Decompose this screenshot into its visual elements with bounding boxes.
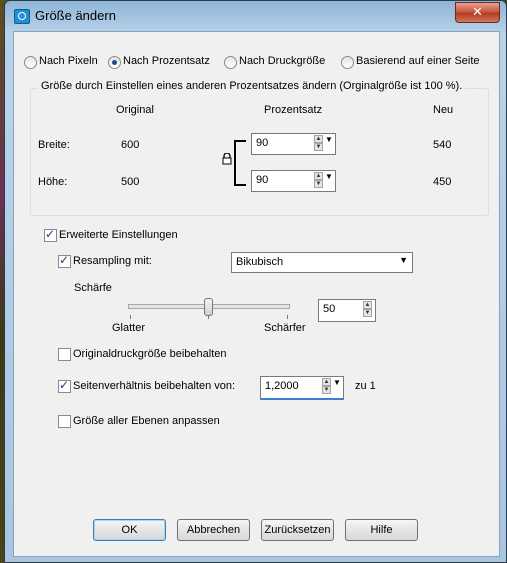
keep-print-size-checkbox[interactable] <box>58 348 71 361</box>
keep-print-size-label: Originaldruckgröße beibehalten <box>73 348 227 360</box>
radio-by-print-size-label: Nach Druckgröße <box>239 55 326 67</box>
width-new: 540 <box>433 139 452 151</box>
sharpness-label: Schärfe <box>74 282 112 294</box>
group-caption: Größe durch Einstellen eines anderen Pro… <box>38 80 466 92</box>
width-percent-dropdown-icon[interactable]: ▼ <box>325 135 333 151</box>
sharpness-min-label: Glatter <box>112 322 146 334</box>
sharpness-max-label: Schärfer <box>264 322 306 334</box>
radio-by-percent[interactable] <box>108 56 121 69</box>
radio-by-pixels[interactable] <box>24 56 37 69</box>
aspect-ratio-spinbox[interactable]: 1,2000 ▲ ▼ ▼ <box>260 376 344 400</box>
sharpness-value: 50 <box>323 303 336 315</box>
sharpness-spinbox[interactable]: 50 ▲ ▼ <box>318 299 376 322</box>
slider-tick-mid <box>208 315 209 319</box>
width-percent-value: 90 <box>256 137 269 149</box>
dialog-window: Größe ändern ✕ Nach Pixeln Nach Prozents… <box>4 0 507 563</box>
window-title: Größe ändern <box>35 8 116 23</box>
aspect-ratio-stepper[interactable]: ▲ ▼ <box>322 378 331 394</box>
height-original: 500 <box>121 176 140 188</box>
resampling-value: Bikubisch <box>236 256 284 268</box>
cancel-button[interactable]: Abbrechen <box>177 519 250 541</box>
resampling-select[interactable]: Bikubisch ▼ <box>231 252 413 273</box>
column-original: Original <box>116 104 154 116</box>
dialog-body: Nach Pixeln Nach Prozentsatz Nach Druckg… <box>13 31 500 557</box>
slider-tick-min <box>130 315 131 319</box>
sharpness-stepper[interactable]: ▲ ▼ <box>363 301 372 317</box>
camera-icon <box>14 9 30 24</box>
advanced-settings-checkbox[interactable] <box>44 227 57 242</box>
title-bar[interactable]: Größe ändern ✕ <box>5 1 506 31</box>
column-percent: Prozentsatz <box>264 104 323 116</box>
aspect-ratio-suffix: zu 1 <box>355 380 376 392</box>
resampling-checkbox[interactable] <box>58 253 71 268</box>
width-percent-spinbox[interactable]: 90 ▲ ▼ ▼ <box>251 133 336 155</box>
close-button[interactable]: ✕ <box>455 2 500 23</box>
height-percent-stepper[interactable]: ▲ ▼ <box>314 172 323 188</box>
radio-by-pixels-label: Nach Pixeln <box>39 55 98 67</box>
radio-by-page-label: Basierend auf einer Seite <box>356 55 480 67</box>
keep-aspect-checkbox[interactable] <box>58 378 71 393</box>
width-label: Breite: <box>38 139 70 151</box>
height-percent-value: 90 <box>256 174 269 186</box>
keep-aspect-label: Seitenverhältnis beibehalten von: <box>73 380 236 392</box>
reset-button[interactable]: Zurücksetzen <box>261 519 334 541</box>
slider-tick-max <box>287 315 288 319</box>
lock-icon[interactable] <box>222 152 232 165</box>
resampling-label: Resampling mit: <box>73 255 152 267</box>
resize-all-layers-checkbox[interactable] <box>58 415 71 428</box>
sharpness-slider-thumb[interactable] <box>204 298 213 316</box>
radio-by-page[interactable] <box>341 56 354 69</box>
radio-by-print-size[interactable] <box>224 56 237 69</box>
help-button[interactable]: Hilfe <box>345 519 418 541</box>
aspect-ratio-dropdown-icon[interactable]: ▼ <box>333 378 341 394</box>
aspect-ratio-value: 1,2000 <box>265 380 299 392</box>
height-percent-spinbox[interactable]: 90 ▲ ▼ ▼ <box>251 170 336 192</box>
ok-button[interactable]: OK <box>93 519 166 541</box>
radio-by-percent-label: Nach Prozentsatz <box>123 55 210 67</box>
resize-all-layers-label: Größe aller Ebenen anpassen <box>73 415 220 427</box>
width-original: 600 <box>121 139 140 151</box>
width-percent-stepper[interactable]: ▲ ▼ <box>314 135 323 151</box>
height-new: 450 <box>433 176 452 188</box>
column-new: Neu <box>433 104 454 116</box>
height-percent-dropdown-icon[interactable]: ▼ <box>325 172 333 188</box>
link-bracket <box>234 140 246 186</box>
advanced-settings-label: Erweiterte Einstellungen <box>59 229 178 241</box>
chevron-down-icon: ▼ <box>399 255 408 265</box>
height-label: Höhe: <box>38 176 68 188</box>
